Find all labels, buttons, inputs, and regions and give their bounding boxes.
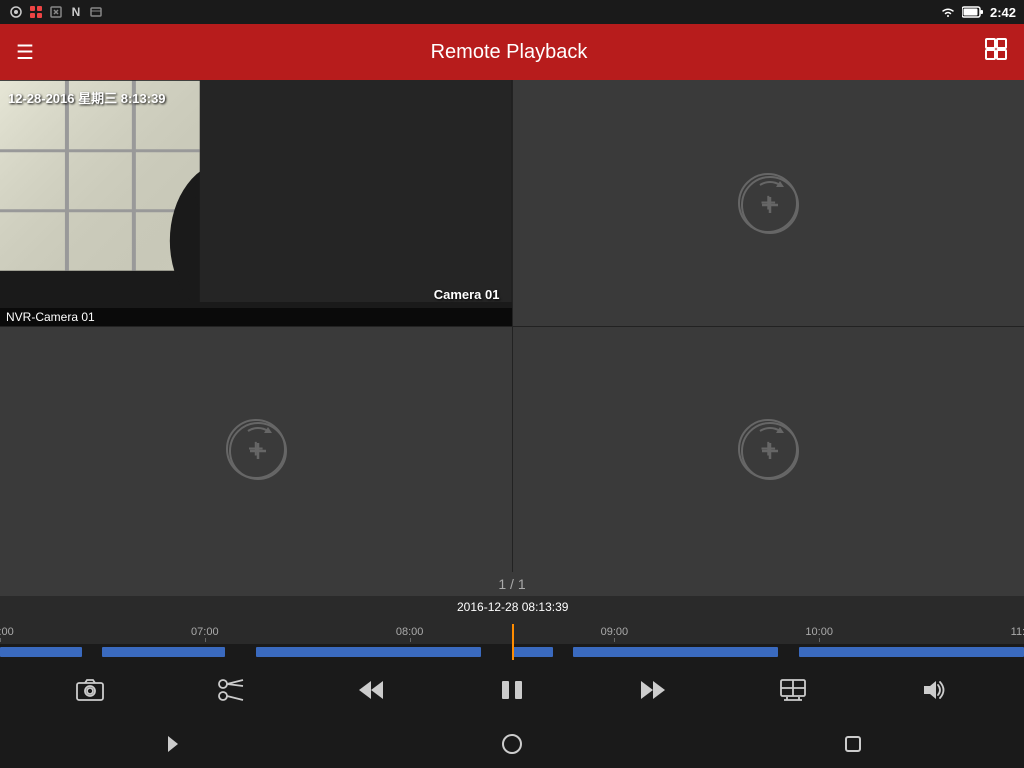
controls-bar bbox=[0, 660, 1024, 720]
layout-button[interactable] bbox=[984, 37, 1008, 67]
app-icon-2 bbox=[48, 4, 64, 20]
recording-segment-3 bbox=[512, 647, 553, 657]
page-title: Remote Playback bbox=[431, 41, 588, 64]
playhead bbox=[512, 624, 514, 644]
add-camera-button-2[interactable] bbox=[738, 173, 798, 233]
status-bar: N 2:42 bbox=[0, 0, 1024, 24]
timeline-label-1: 07:00 bbox=[191, 626, 219, 638]
nav-bar bbox=[0, 720, 1024, 768]
timeline-label-4: 10:00 bbox=[805, 626, 833, 638]
recording-segment-4 bbox=[573, 647, 778, 657]
timeline-label-2: 08:00 bbox=[396, 626, 424, 638]
camera-footer: NVR-Camera 01 bbox=[0, 308, 512, 326]
clock: 2:42 bbox=[990, 5, 1016, 20]
notification-icon bbox=[8, 4, 24, 20]
camera-feed-1 bbox=[0, 80, 512, 302]
fast-forward-button[interactable] bbox=[631, 668, 675, 712]
add-camera-button-4[interactable] bbox=[738, 419, 798, 479]
play-pause-button[interactable] bbox=[490, 668, 534, 712]
camera-label: Camera 01 bbox=[434, 287, 500, 302]
timeline-date-label: 2016-12-28 08:13:39 bbox=[457, 600, 568, 614]
camera-cell-1[interactable]: 12-28-2016 星期三 8:13:39 Camera 01 NVR-Cam… bbox=[0, 80, 512, 326]
volume-button[interactable] bbox=[912, 668, 956, 712]
timeline-label-3: 09:00 bbox=[601, 626, 629, 638]
app-icon-box bbox=[88, 4, 104, 20]
add-camera-button-3[interactable] bbox=[226, 419, 286, 479]
clip-button[interactable] bbox=[209, 668, 253, 712]
camera-cell-4[interactable] bbox=[513, 327, 1024, 573]
timeline-label-0: 06:00 bbox=[0, 626, 14, 638]
app-bar: ☰ Remote Playback bbox=[0, 24, 1024, 80]
camera-cell-3[interactable] bbox=[0, 327, 512, 573]
recording-segment-1 bbox=[102, 647, 225, 657]
back-button[interactable] bbox=[141, 724, 201, 764]
recording-segment-2 bbox=[256, 647, 481, 657]
timeline-section[interactable]: 2016-12-28 08:13:39 06:00 07:00 08:00 09:00… bbox=[0, 596, 1024, 660]
app-icon-1 bbox=[28, 4, 44, 20]
video-grid: 12-28-2016 星期三 8:13:39 Camera 01 NVR-Cam… bbox=[0, 80, 1024, 572]
wifi-icon bbox=[940, 5, 956, 19]
recent-apps-button[interactable] bbox=[823, 724, 883, 764]
recording-segment-5 bbox=[799, 647, 1024, 657]
camera-timestamp: 12-28-2016 星期三 8:13:39 bbox=[8, 88, 166, 107]
playhead-segments bbox=[512, 644, 514, 660]
app-icon-n: N bbox=[68, 4, 84, 20]
snapshot-button[interactable] bbox=[68, 668, 112, 712]
recording-segment-0 bbox=[0, 647, 82, 657]
page-indicator: 1 / 1 bbox=[0, 572, 1024, 596]
timeline-label-5: 11:00 bbox=[1011, 626, 1024, 638]
home-button[interactable] bbox=[482, 724, 542, 764]
camera-cell-2[interactable] bbox=[513, 80, 1024, 326]
battery-icon bbox=[962, 6, 984, 18]
rewind-button[interactable] bbox=[349, 668, 393, 712]
multi-screen-button[interactable] bbox=[771, 668, 815, 712]
menu-button[interactable]: ☰ bbox=[16, 40, 34, 65]
status-left-icons: N bbox=[8, 4, 104, 20]
status-right-icons: 2:42 bbox=[940, 5, 1016, 20]
